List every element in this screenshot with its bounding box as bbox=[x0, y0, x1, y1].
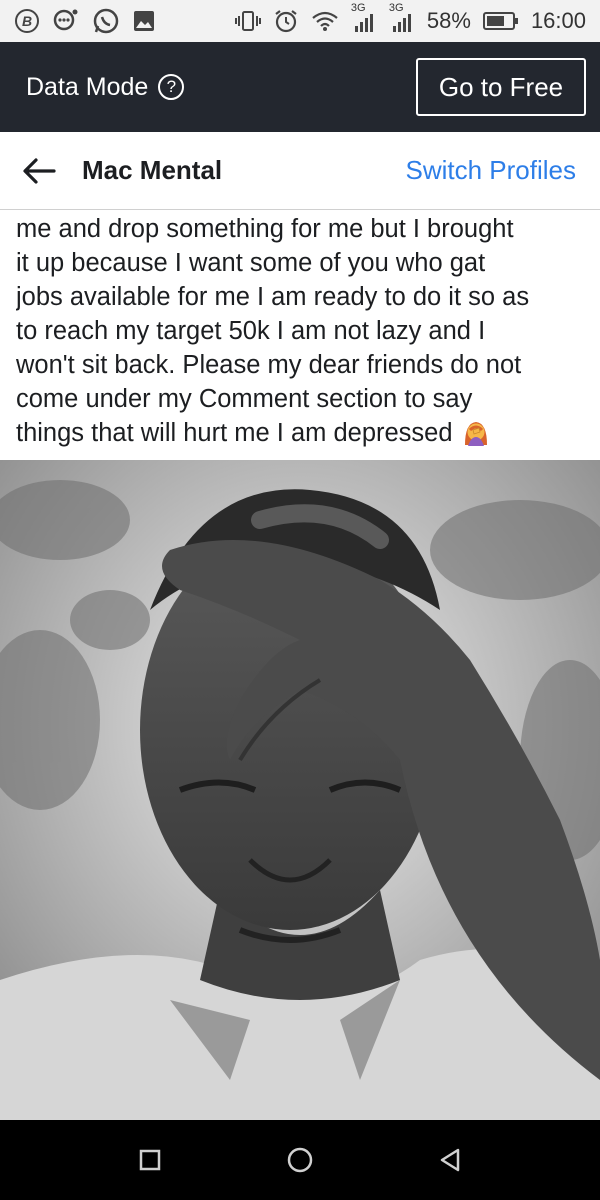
switch-profiles-link[interactable]: Switch Profiles bbox=[406, 155, 577, 186]
vibrate-icon bbox=[234, 9, 261, 33]
post-line: me and drop something for me but I broug… bbox=[16, 215, 514, 243]
profile-header-left: Mac Mental bbox=[22, 155, 222, 186]
post-line: it up because I want some of you who gat bbox=[16, 249, 486, 277]
data-mode-label-group[interactable]: Data Mode ? bbox=[26, 72, 185, 102]
post-line-text: things that will hurt me I am depressed bbox=[16, 419, 453, 447]
network-type-label: 3G bbox=[388, 2, 404, 14]
android-nav-bar bbox=[0, 1120, 600, 1200]
post-line: to reach my target 50k I am not lazy and… bbox=[16, 317, 486, 345]
post-line-last: things that will hurt me I am depressed bbox=[16, 416, 588, 450]
post-line: won't sit back. Please my dear friends d… bbox=[16, 351, 522, 379]
signal-icon: 3G bbox=[351, 2, 377, 34]
gallery-icon bbox=[132, 9, 156, 33]
back-triangle-icon[interactable] bbox=[430, 1140, 470, 1180]
post-text: me and drop something for me but I broug… bbox=[16, 212, 588, 460]
notification-icons: B bbox=[14, 7, 156, 35]
status-bar: B 3G 3G 58% 16:00 bbox=[0, 0, 600, 42]
whatsapp-icon bbox=[92, 7, 120, 35]
back-arrow-icon[interactable] bbox=[22, 157, 56, 185]
clock: 16:00 bbox=[530, 8, 586, 33]
b-icon: B bbox=[14, 8, 40, 34]
system-indicators: 3G 3G 58% 16:00 bbox=[234, 2, 586, 34]
signal-icon: 3G bbox=[389, 2, 415, 34]
profile-name: Mac Mental bbox=[82, 155, 223, 185]
battery-percent: 58% bbox=[426, 8, 471, 33]
alarm-icon bbox=[273, 8, 299, 34]
wifi-icon bbox=[311, 9, 339, 33]
chat-bubble-icon bbox=[52, 8, 80, 34]
data-mode-bar: Data Mode ? Go to Free bbox=[0, 42, 600, 132]
recents-square-icon[interactable] bbox=[130, 1140, 170, 1180]
post-line: come under my Comment section to say bbox=[16, 385, 473, 413]
woman-facepalming-icon bbox=[461, 417, 491, 447]
data-mode-label: Data Mode bbox=[26, 72, 149, 101]
help-icon[interactable]: ? bbox=[158, 74, 185, 100]
home-circle-icon[interactable] bbox=[280, 1140, 320, 1180]
person-photo bbox=[0, 460, 600, 1120]
network-type-label: 3G bbox=[350, 2, 366, 14]
profile-header: Mac Mental Switch Profiles bbox=[0, 132, 600, 210]
go-to-free-button[interactable]: Go to Free bbox=[416, 58, 586, 116]
svg-text:B: B bbox=[22, 13, 32, 29]
battery-icon bbox=[482, 11, 519, 31]
post-photo[interactable] bbox=[0, 460, 600, 1120]
post-line: jobs available for me I am ready to do i… bbox=[16, 283, 530, 311]
